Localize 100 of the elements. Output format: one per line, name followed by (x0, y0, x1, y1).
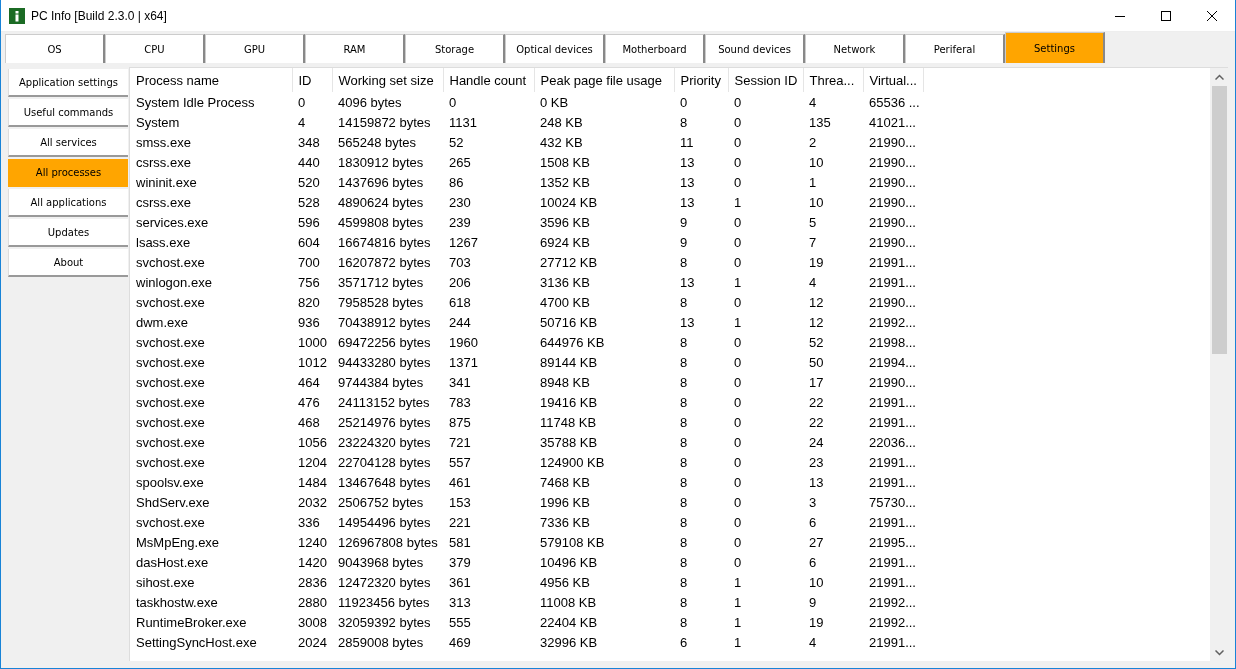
table-cell-text: 8 (679, 473, 689, 492)
table-cell-text: 565248 bytes (337, 133, 418, 152)
table-cell-text: 6 (679, 633, 689, 652)
table-cell-text: wininit.exe (135, 173, 198, 192)
column-header[interactable]: Handle count (443, 68, 534, 92)
table-cell-text: 52 (448, 133, 465, 152)
table-cell-text: 2 (808, 133, 818, 152)
table-cell-text: 581 (448, 533, 472, 552)
table-cell-text: 7 (808, 233, 818, 252)
tab[interactable]: CPU (105, 34, 205, 63)
table-cell-text: csrss.exe (135, 193, 192, 212)
table-cell: 65536 ... (863, 92, 923, 112)
table-cell-text: 468 (297, 413, 321, 432)
table-cell-text: 23224320 bytes (337, 433, 432, 452)
table-cell-text: 12 (808, 313, 825, 332)
table-cell-text: 89144 KB (539, 353, 599, 372)
column-header[interactable]: Process name (130, 68, 292, 92)
sidebar-button[interactable]: About (8, 249, 128, 277)
table-cell-text: 1 (733, 613, 743, 632)
tab[interactable]: Settings (1005, 32, 1105, 63)
table-cell-text: 32059392 bytes (337, 613, 432, 632)
table-cell-text: 520 (297, 173, 321, 192)
table-cell-text: dwm.exe (135, 313, 190, 332)
tab[interactable]: GPU (205, 34, 305, 63)
column-header[interactable]: Session ID (728, 68, 803, 92)
table-cell-text: 7336 KB (539, 513, 591, 532)
tab[interactable]: Motherboard (605, 34, 705, 63)
table-cell-text: 9 (808, 593, 818, 612)
sidebar-button[interactable]: Useful commands (8, 99, 128, 127)
table-cell-text: 1420 (297, 553, 328, 572)
table-cell-text: 21991... (868, 513, 917, 532)
table-cell-text: 13 (679, 313, 696, 332)
table-cell-text: 21990... (868, 153, 917, 172)
table-cell-text: 6 (808, 513, 818, 532)
table-cell-text: svchost.exe (135, 353, 206, 372)
table-cell-text: 1012 (297, 353, 328, 372)
table-cell-text: 13 (808, 473, 825, 492)
table-cell-text: 875 (448, 413, 472, 432)
table-cell-text: 21991... (868, 453, 917, 472)
table-cell-text: 1 (733, 193, 743, 212)
column-header[interactable]: Threa... (803, 68, 863, 92)
tab[interactable]: Network (805, 34, 905, 63)
table-cell-text: 10024 KB (539, 193, 599, 212)
scrollbar-thumb[interactable] (1211, 86, 1227, 354)
table-cell-text: 23 (808, 453, 825, 472)
tab[interactable]: Optical devices (505, 34, 605, 63)
table-cell-text: 50716 KB (539, 313, 599, 332)
table-cell-text: 1204 (297, 453, 328, 472)
tab[interactable]: Sound devices (705, 34, 805, 63)
sidebar-button[interactable]: All applications (8, 189, 128, 217)
table-cell-text: 0 (733, 493, 743, 512)
column-header[interactable]: ID (292, 68, 332, 92)
table-cell-text: System (135, 113, 181, 132)
tab[interactable]: Storage (405, 34, 505, 63)
table-cell-text: 21990... (868, 373, 917, 392)
table-cell-text: 1000 (297, 333, 328, 352)
table-cell-text: spoolsv.exe (135, 473, 205, 492)
table-cell-text: 14954496 bytes (337, 513, 432, 532)
table-cell-text: 8 (679, 593, 689, 612)
table-cell-text: 10496 KB (539, 553, 599, 572)
table-cell-text: 32996 KB (539, 633, 599, 652)
table-cell-text: 2506752 bytes (337, 493, 425, 512)
table-cell-text: 8 (679, 573, 689, 592)
sidebar-button[interactable]: Application settings (8, 69, 128, 97)
table-cell-text: lsass.exe (135, 233, 192, 252)
table-cell-text: 19416 KB (539, 393, 599, 412)
window-title: PC Info [Build 2.3.0 | x64] (31, 8, 167, 23)
sidebar-button[interactable]: Updates (8, 219, 128, 247)
table-cell-text: ShdServ.exe (135, 493, 211, 512)
table-cell-text: 13 (679, 273, 696, 292)
table-cell-text: 13 (679, 153, 696, 172)
column-header[interactable]: Priority (674, 68, 728, 92)
table-cell-text: 14159872 bytes (337, 113, 432, 132)
table-cell-text: 21994... (868, 353, 917, 372)
tab[interactable]: Periferal (905, 34, 1005, 63)
table-cell-text: 936 (297, 313, 321, 332)
table-cell-text: 0 (733, 393, 743, 412)
table-cell-text: csrss.exe (135, 153, 192, 172)
table-cell-text: 0 (733, 533, 743, 552)
table-cell-text: 8 (679, 453, 689, 472)
tab[interactable]: OS (5, 34, 105, 63)
table-cell-text: services.exe (135, 213, 210, 232)
table-cell-text: 21991... (868, 553, 917, 572)
table-cell-text: 21991... (868, 573, 917, 592)
tab[interactable]: RAM (305, 34, 405, 63)
table-cell-text: 21992... (868, 613, 917, 632)
column-header[interactable]: Peak page file usage (534, 68, 674, 92)
table-cell-text: 21990... (868, 173, 917, 192)
sidebar-button[interactable]: All services (8, 129, 128, 157)
table-cell-text: 3596 KB (539, 213, 591, 232)
table-cell-text: 0 (733, 413, 743, 432)
sidebar-button[interactable]: All processes (8, 159, 128, 187)
column-header[interactable]: Virtual... (863, 68, 923, 92)
table-cell-text: svchost.exe (135, 513, 206, 532)
table-cell-text: 8 (679, 413, 689, 432)
table-cell-text: 596 (297, 213, 321, 232)
column-header[interactable]: Working set size (332, 68, 443, 92)
table-cell-text: 16207872 bytes (337, 253, 432, 272)
table-cell-text: 0 (733, 433, 743, 452)
table-cell-text: 10 (808, 573, 825, 592)
